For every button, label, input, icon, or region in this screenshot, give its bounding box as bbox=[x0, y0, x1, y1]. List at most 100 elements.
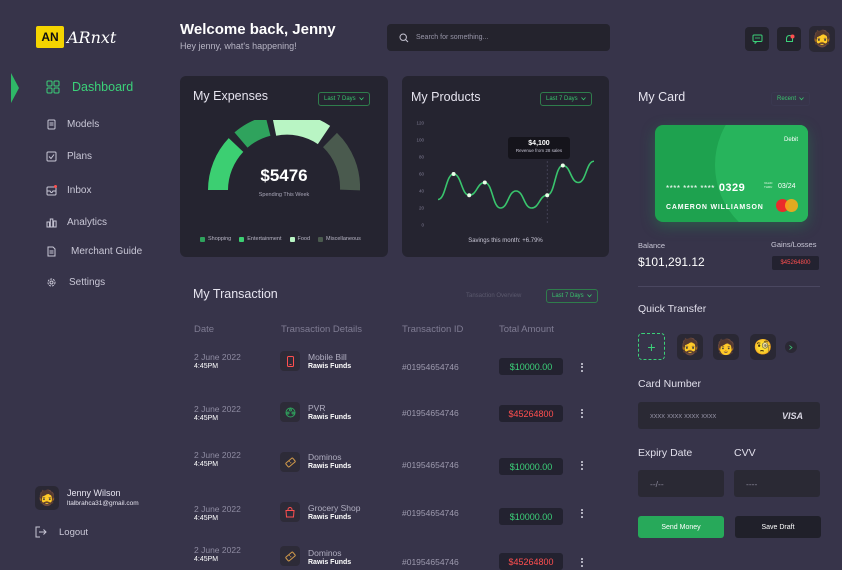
transactions-filter-dropdown[interactable]: Last 7 Days bbox=[546, 289, 598, 303]
card-number-input[interactable]: xxxx xxxx xxxx xxxx VISA bbox=[638, 402, 820, 429]
sidebar-item-models[interactable]: Models bbox=[46, 119, 99, 130]
sidebar-item-label: Models bbox=[67, 119, 100, 130]
row-details: PVR Rawis Funds bbox=[308, 403, 351, 423]
expenses-legend: Shopping Entertainment Food Miscellaneou… bbox=[200, 236, 361, 242]
search-input[interactable]: Search for something... bbox=[416, 34, 488, 41]
row-amount: $45264800 bbox=[499, 405, 563, 422]
card-number-label: Card Number bbox=[638, 378, 702, 390]
row-date-text: 2 June 2022 bbox=[194, 545, 241, 555]
row-amount: $10000.00 bbox=[499, 508, 563, 525]
row-sub: Rawis Funds bbox=[308, 414, 352, 421]
data-point[interactable] bbox=[560, 163, 565, 168]
row-time: 4:45PM bbox=[194, 461, 219, 468]
row-date: 2 June 2022 4:45PM bbox=[194, 545, 241, 565]
document-icon bbox=[47, 119, 56, 130]
expenses-filter-dropdown[interactable]: Last 7 Days bbox=[318, 92, 370, 106]
data-point[interactable] bbox=[467, 193, 472, 198]
row-time: 4:45PM bbox=[194, 515, 219, 522]
expiry-placeholder: --/-- bbox=[650, 478, 664, 489]
sidebar-item-merchant-guide[interactable]: Merchant Guide bbox=[46, 246, 142, 257]
sidebar-item-label: Merchant Guide bbox=[71, 246, 143, 257]
sidebar-user-avatar[interactable]: 🧔 bbox=[35, 486, 59, 510]
legend-label: Food bbox=[297, 236, 311, 242]
row-amount: $10000.00 bbox=[499, 458, 563, 475]
row-menu-button[interactable] bbox=[580, 556, 584, 568]
search-bar[interactable]: Search for something... bbox=[387, 24, 610, 51]
tooltip-value: $4,100 bbox=[528, 140, 550, 147]
expenses-gauge bbox=[208, 120, 360, 191]
cvv-input[interactable]: ---- bbox=[734, 470, 820, 497]
column-header-date: Date bbox=[194, 324, 215, 335]
data-point[interactable] bbox=[545, 193, 550, 198]
card-number-placeholder: xxxx xxxx xxxx xxxx bbox=[650, 411, 717, 420]
card-holder: CAMERON WILLIAMSON bbox=[666, 204, 764, 211]
dot bbox=[581, 408, 583, 411]
search-icon bbox=[399, 32, 409, 42]
y-tick-label: 80 bbox=[419, 155, 425, 160]
logo-mark: AN bbox=[36, 26, 64, 48]
row-date: 2 June 2022 4:45PM bbox=[194, 404, 241, 424]
expiry-date-input[interactable]: --/-- bbox=[638, 470, 724, 497]
y-tick-label: 60 bbox=[419, 172, 425, 177]
row-time: 4:45PM bbox=[194, 556, 219, 563]
expenses-caption: Spending This Week bbox=[258, 192, 310, 198]
row-amount: $10000.00 bbox=[499, 358, 563, 375]
divider bbox=[638, 286, 820, 287]
cvv-label: CVV bbox=[734, 447, 756, 459]
row-id: #01954654746 bbox=[402, 557, 459, 567]
recipient-avatar-3[interactable]: 🧐 bbox=[750, 334, 776, 360]
logout-button[interactable]: Logout bbox=[35, 526, 88, 538]
sidebar-item-plans[interactable]: Plans bbox=[46, 151, 92, 162]
page-title: Welcome back, Jenny bbox=[180, 21, 336, 38]
row-menu-button[interactable] bbox=[580, 459, 584, 471]
card-type: Debit bbox=[783, 137, 798, 143]
row-icon bbox=[280, 402, 300, 422]
dot bbox=[581, 564, 583, 567]
row-menu-button[interactable] bbox=[580, 361, 584, 373]
gauge-segment-misc bbox=[322, 132, 360, 191]
add-recipient-button[interactable]: + bbox=[638, 333, 665, 360]
user-avatar[interactable]: 🧔 bbox=[809, 26, 835, 52]
notification-button[interactable] bbox=[777, 27, 801, 51]
dot bbox=[581, 557, 583, 560]
row-menu-button[interactable] bbox=[580, 407, 584, 419]
filter-label: Last 7 Days bbox=[324, 96, 356, 102]
sidebar-item-inbox[interactable]: Inbox bbox=[46, 185, 91, 196]
dot bbox=[581, 412, 583, 414]
chevron-down-icon bbox=[799, 97, 804, 101]
row-icon bbox=[280, 452, 300, 472]
transactions-overview-label: Tansaction Overview bbox=[466, 293, 522, 299]
row-menu-button[interactable] bbox=[580, 507, 584, 519]
guide-icon bbox=[47, 246, 56, 257]
chevron-down-icon bbox=[358, 97, 364, 101]
chat-button[interactable] bbox=[745, 27, 769, 51]
legend-item-misc: Miscellaneous bbox=[318, 236, 361, 242]
sidebar-item-dashboard[interactable]: Dashboard bbox=[46, 80, 133, 94]
data-point[interactable] bbox=[451, 172, 456, 176]
sidebar-item-settings[interactable]: Settings bbox=[46, 277, 105, 288]
card-filter-dropdown[interactable]: Recent bbox=[771, 92, 811, 106]
row-sub: Rawis Funds bbox=[308, 559, 352, 566]
products-title: My Products bbox=[411, 90, 481, 104]
dot bbox=[581, 508, 583, 511]
gains-value: $45264800 bbox=[772, 256, 819, 270]
sidebar-item-analytics[interactable]: Analytics bbox=[46, 217, 107, 228]
row-id: #01954654746 bbox=[402, 460, 459, 470]
sidebar-item-label: Settings bbox=[69, 277, 106, 288]
products-filter-dropdown[interactable]: Last 7 Days bbox=[540, 92, 592, 106]
next-recipients-button[interactable] bbox=[785, 341, 797, 353]
notification-icon bbox=[785, 34, 794, 42]
save-draft-button[interactable]: Save Draft bbox=[735, 516, 821, 538]
row-time: 4:45PM bbox=[194, 415, 219, 422]
debit-card[interactable]: Debit **** **** **** 0329 VALID THRU 03/… bbox=[655, 125, 808, 222]
row-details: Mobile Bill Rawis Funds bbox=[308, 352, 351, 372]
send-money-button[interactable]: Send Money bbox=[638, 516, 724, 538]
card-title: My Card bbox=[638, 90, 686, 104]
data-point[interactable] bbox=[482, 180, 487, 185]
sidebar-item-label: Dashboard bbox=[72, 80, 134, 94]
page-subtitle: Hey jenny, what's happening! bbox=[180, 41, 297, 51]
recipient-avatar-2[interactable]: 🧑 bbox=[713, 334, 739, 360]
recipient-avatar-1[interactable]: 🧔 bbox=[677, 334, 703, 360]
gauge-segment-entertainment bbox=[234, 120, 271, 148]
legend-swatch bbox=[200, 236, 205, 242]
